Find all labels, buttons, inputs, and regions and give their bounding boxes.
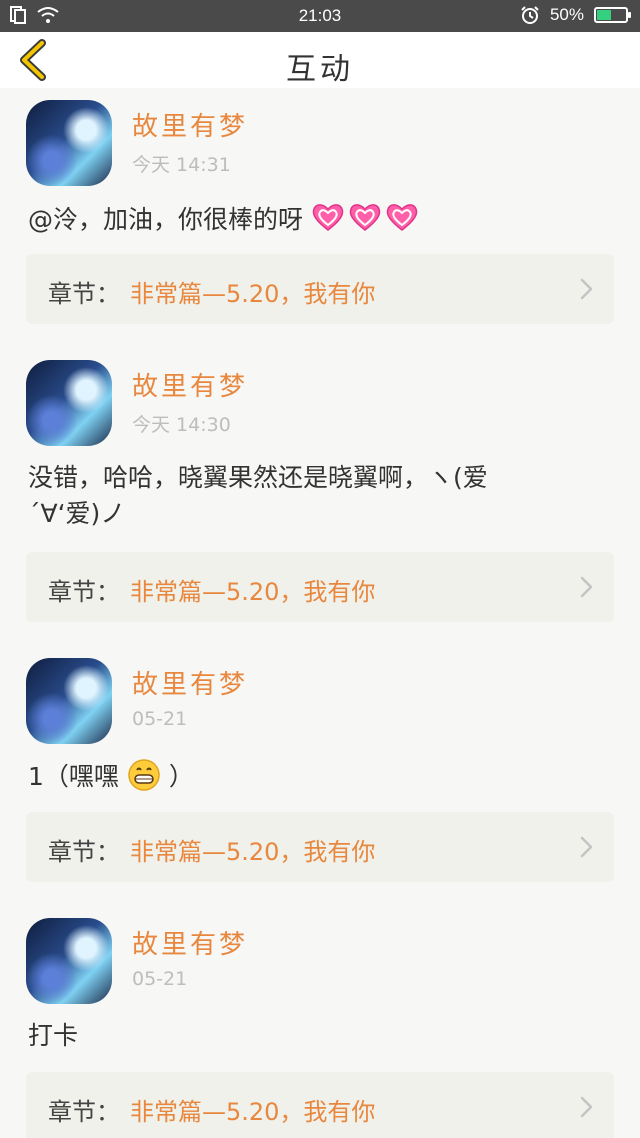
chevron-right-icon	[580, 576, 593, 598]
comment-text: 1（嘿嘿 ）	[28, 758, 608, 795]
feed-item: 故里有梦 今天 14:31 @泠，加油，你很棒的呀 章节： 非常篇—5.20，我…	[0, 88, 640, 338]
chevron-right-icon	[580, 1096, 593, 1118]
chapter-label: 章节：	[48, 280, 120, 308]
chapter-title: 非常篇—5.20，我有你	[130, 280, 376, 308]
username[interactable]: 故里有梦	[132, 664, 248, 701]
feed-item: 故里有梦 05-21 打卡 章节： 非常篇—5.20，我有你	[0, 906, 640, 1138]
username[interactable]: 故里有梦	[132, 924, 248, 961]
feed-item: 故里有梦 今天 14:30 没错，哈哈，晓翼果然还是晓翼啊，ヽ(爱´∀‘爱)ノ …	[0, 348, 640, 638]
status-right-icons: 50%	[520, 5, 631, 25]
comment-text: @泠，加油，你很棒的呀	[28, 200, 608, 238]
chapter-link[interactable]: 章节： 非常篇—5.20，我有你	[26, 552, 614, 622]
alarm-icon	[521, 6, 539, 24]
battery-fill	[597, 10, 611, 20]
comment-body: @泠，加油，你很棒的呀	[28, 205, 304, 234]
chapter-link[interactable]: 章节： 非常篇—5.20，我有你	[26, 1072, 614, 1138]
status-bar: 21:03 50%	[0, 0, 640, 32]
chevron-right-icon	[580, 278, 593, 300]
chapter-label: 章节：	[48, 578, 120, 606]
avatar[interactable]	[26, 100, 112, 186]
username[interactable]: 故里有梦	[132, 366, 248, 403]
heart-emoji-icon	[312, 204, 418, 231]
comment-text: 没错，哈哈，晓翼果然还是晓翼啊，ヽ(爱´∀‘爱)ノ	[28, 463, 488, 528]
chevron-right-icon	[580, 836, 593, 858]
feed-item: 故里有梦 05-21 1（嘿嘿 ） 章节： 非常篇—5.20，我有你	[0, 646, 640, 896]
username[interactable]: 故里有梦	[132, 106, 248, 143]
timestamp: 05-21	[132, 708, 188, 730]
comment-text: 打卡	[28, 1021, 79, 1050]
avatar[interactable]	[26, 360, 112, 446]
chapter-label: 章节：	[48, 838, 120, 866]
battery-icon	[594, 7, 631, 23]
chapter-label: 章节：	[48, 1098, 120, 1126]
chapter-title: 非常篇—5.20，我有你	[130, 838, 376, 866]
grin-emoji-icon	[128, 759, 160, 791]
comment-body-end: ）	[168, 762, 194, 791]
timestamp: 今天 14:31	[132, 154, 231, 176]
comment-body: 1（嘿嘿	[28, 762, 119, 791]
avatar[interactable]	[26, 658, 112, 744]
timestamp: 今天 14:30	[132, 414, 231, 436]
interaction-feed: 故里有梦 今天 14:31 @泠，加油，你很棒的呀 章节： 非常篇—5.20，我…	[0, 88, 640, 1138]
page-title: 互动	[286, 52, 354, 87]
avatar[interactable]	[26, 918, 112, 1004]
header: 互动	[0, 32, 640, 88]
chapter-title: 非常篇—5.20，我有你	[130, 1098, 376, 1126]
chapter-title: 非常篇—5.20，我有你	[130, 578, 376, 606]
timestamp: 05-21	[132, 968, 188, 990]
chapter-link[interactable]: 章节： 非常篇—5.20，我有你	[26, 254, 614, 324]
chapter-link[interactable]: 章节： 非常篇—5.20，我有你	[26, 812, 614, 882]
battery-percent: 50%	[549, 5, 584, 24]
